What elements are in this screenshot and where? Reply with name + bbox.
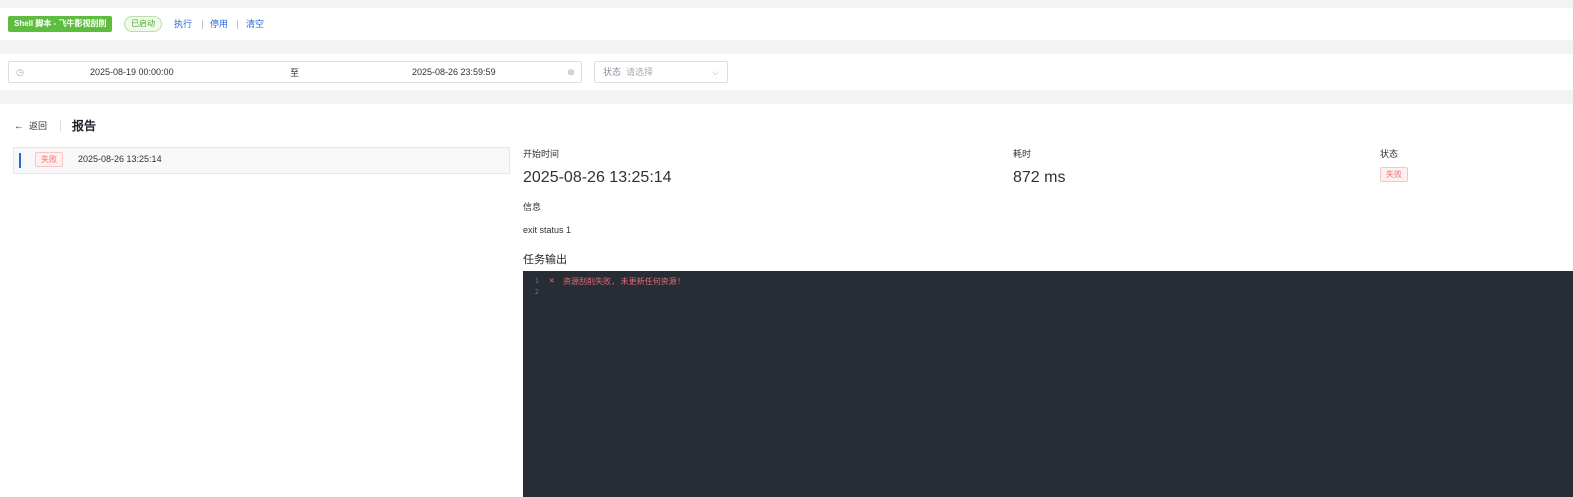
action-divider [202,20,203,29]
run-history-list: 失败 2025-08-26 13:25:14 [13,147,510,174]
selected-indicator [19,153,21,168]
task-header-bar: Shell 脚本 - 飞牛影视刮削 已启动 执行 停用 清空 [0,8,1573,40]
back-label: 返回 [29,121,48,131]
date-range-picker[interactable]: ◷ 2025-08-19 00:00:00 至 2025-08-26 23:59… [8,61,582,83]
error-x-icon: ✕ [549,276,555,286]
end-date-input[interactable]: 2025-08-26 23:59:59 [412,62,496,82]
task-state-tag: 已启动 [124,16,162,32]
start-date-input[interactable]: 2025-08-19 00:00:00 [90,62,174,82]
status-select-label: 状态 [603,67,622,77]
arrow-left-icon: ← [14,121,24,132]
status-select-placeholder: 请选择 [626,67,654,77]
task-name-tag: Shell 脚本 - 飞牛影视刮削 [8,16,113,32]
output-section-title: 任务输出 [523,254,567,266]
report-panel: ← 返回 报告 失败 2025-08-26 13:25:14 开始时间 2025-… [0,104,1573,497]
header-divider [60,120,61,132]
run-button[interactable]: 执行 [174,16,192,32]
clock-icon: ◷ [16,67,24,77]
info-label: 信息 [523,202,542,212]
filter-bar: ◷ 2025-08-19 00:00:00 至 2025-08-26 23:59… [0,54,1573,90]
run-status-tag: 失败 [35,152,63,167]
status-select[interactable]: 状态 请选择 ⌵ [594,61,728,83]
page-title: 报告 [72,119,97,133]
status-badge: 失败 [1380,167,1408,182]
info-text: exit status 1 [523,225,572,235]
status-label: 状态 [1380,149,1399,159]
clear-circle-icon[interactable]: ⊗ [565,66,577,78]
output-console[interactable]: 1 ✕ 资源刮削失败, 未更新任何资源! 2 [523,271,1573,497]
duration-label: 耗时 [1013,149,1032,159]
start-time-label: 开始时间 [523,149,560,159]
console-line-text: 资源刮削失败, 未更新任何资源! [563,277,682,286]
action-divider [237,20,238,29]
back-button[interactable]: ← 返回 [14,119,47,134]
disable-button[interactable]: 停用 [210,16,228,32]
chevron-down-icon: ⌵ [712,67,719,77]
run-list-item[interactable]: 失败 2025-08-26 13:25:14 [13,147,510,174]
line-number: 2 [534,288,539,296]
line-number: 1 [534,277,539,285]
range-separator: 至 [290,68,300,78]
run-time: 2025-08-26 13:25:14 [78,154,162,164]
clear-button[interactable]: 清空 [246,16,264,32]
start-time-value: 2025-08-26 13:25:14 [523,169,672,186]
duration-value: 872 ms [1013,169,1066,186]
